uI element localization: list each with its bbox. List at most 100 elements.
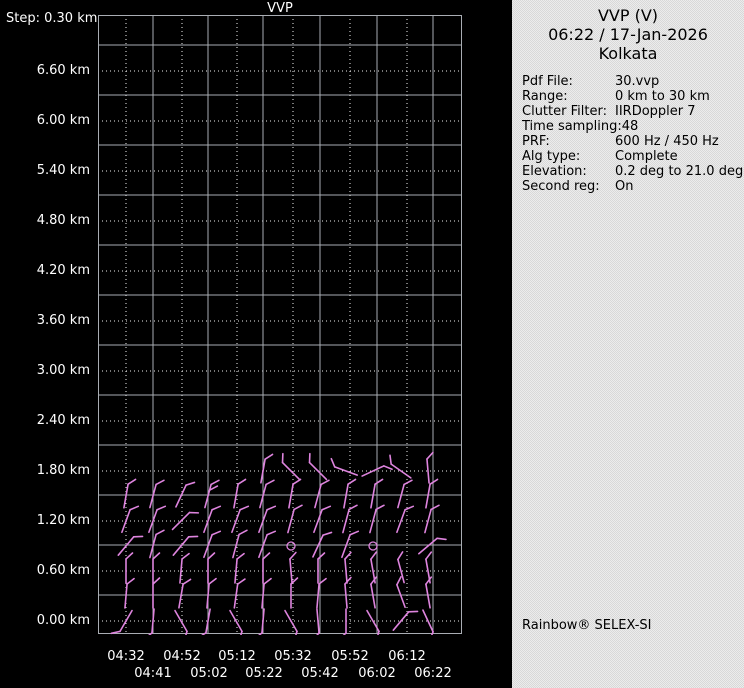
- x-axis-label: 05:12: [218, 649, 256, 664]
- x-axis-label: 06:02: [358, 666, 396, 681]
- vvp-plot: [98, 15, 462, 635]
- field-row: Alg type: Complete: [522, 149, 744, 164]
- wind-barb: [424, 504, 440, 534]
- field-row: Pdf File: 30.vvp: [522, 74, 744, 89]
- vendor-footer: Rainbow® SELEX-SI: [522, 618, 652, 633]
- wind-barb: [397, 479, 413, 509]
- field-row: Clutter Filter: IIRDoppler 7: [522, 104, 744, 119]
- field-value: 30.vvp: [615, 74, 660, 89]
- wind-barb: [179, 552, 190, 584]
- wind-barb: [149, 479, 165, 509]
- wind-barb: [125, 552, 134, 584]
- field-label: Time sampling:: [522, 119, 622, 134]
- wind-barb: [342, 608, 347, 635]
- x-axis-label: 06:22: [414, 666, 452, 681]
- wind-barb: [397, 551, 405, 584]
- field-value: IIRDoppler 7: [615, 104, 696, 119]
- wind-barb: [344, 551, 352, 584]
- x-axis-label: 04:32: [107, 649, 145, 664]
- field-value: On: [615, 179, 634, 194]
- wind-barb: [330, 457, 359, 476]
- site-name: Kolkata: [598, 44, 658, 63]
- wind-barb: [123, 478, 137, 509]
- wind-barb: [312, 608, 320, 635]
- wind-barb: [317, 552, 326, 584]
- calm-wind-symbol: [368, 541, 378, 551]
- wind-barb: [232, 529, 248, 559]
- wind-barb: [281, 452, 301, 481]
- y-axis-label: 1.20 km: [36, 513, 90, 528]
- field-row: Second reg: On: [522, 179, 744, 194]
- field-row: Elevation: 0.2 deg to 21.0 deg: [522, 164, 744, 179]
- field-row: Time sampling: 48: [522, 119, 744, 134]
- field-label: Clutter Filter:: [522, 104, 607, 119]
- y-axis-label: 6.00 km: [36, 113, 90, 128]
- wind-barb: [418, 537, 447, 555]
- step-label: Step: 0.30 km: [6, 11, 98, 26]
- wind-barb: [148, 505, 167, 534]
- wind-barb: [203, 505, 222, 534]
- wind-barb: [233, 578, 246, 609]
- product-title: VVP (V): [597, 6, 659, 25]
- field-row: PRF: 600 Hz / 450 Hz: [522, 134, 744, 149]
- wind-barb: [258, 505, 277, 534]
- y-axis-label: 3.60 km: [36, 313, 90, 328]
- wind-barb: [389, 454, 412, 479]
- y-axis-label: 1.80 km: [36, 463, 90, 478]
- info-panel: VVP (V) 06:22 / 17-Jan-2026 Kolkata Pdf …: [512, 0, 744, 688]
- field-value: 0 km to 30 km: [615, 89, 710, 104]
- wind-barb: [207, 552, 216, 584]
- wind-barb: [152, 577, 161, 609]
- y-axis-label: 6.60 km: [36, 63, 90, 78]
- wind-barb: [231, 505, 250, 534]
- y-axis-label: 0.00 km: [36, 613, 90, 628]
- vvp-chart-region: Step: 0.30 km VVP 6.60 km 6.00 km 5.40 km 4…: [0, 0, 512, 688]
- wind-barb: [314, 479, 330, 509]
- chart-title: VVP: [267, 1, 293, 16]
- wind-barb: [287, 504, 303, 534]
- product-datetime: 06:22 / 17-Jan-2026: [548, 25, 708, 44]
- x-axis-label: 06:12: [388, 649, 426, 664]
- x-axis-label: 05:22: [245, 666, 283, 681]
- wind-barb: [366, 609, 380, 635]
- wind-barb: [204, 479, 220, 509]
- y-axis-label: 0.60 km: [36, 563, 90, 578]
- field-label: PRF:: [522, 134, 550, 149]
- y-axis-label: 3.00 km: [36, 363, 90, 378]
- y-axis-label: 5.40 km: [36, 163, 90, 178]
- wind-barb: [392, 610, 419, 631]
- field-value: 0.2 deg to 21.0 deg: [615, 164, 744, 179]
- field-value: Complete: [615, 149, 678, 164]
- wind-barb: [288, 478, 302, 509]
- wind-barb: [344, 576, 352, 609]
- parameter-list: Pdf File: 30.vvp Range: 0 km to 30 km Clutte…: [522, 74, 744, 194]
- wind-barb: [342, 504, 358, 534]
- panel-header: VVP (V) 06:22 / 17-Jan-2026 Kolkata: [512, 6, 744, 63]
- wind-barb: [308, 452, 328, 481]
- y-axis-label: 4.20 km: [36, 263, 90, 278]
- wind-barb: [259, 479, 275, 509]
- wind-barb: [313, 505, 332, 534]
- wind-barb: [426, 451, 434, 484]
- wind-barb: [172, 535, 199, 556]
- field-value: 48: [621, 119, 639, 134]
- wind-barb: [121, 505, 140, 534]
- field-label: Range:: [522, 89, 568, 104]
- y-axis-label: 2.40 km: [36, 413, 90, 428]
- x-axis-label: 05:52: [331, 649, 369, 664]
- field-label: Elevation:: [522, 164, 587, 179]
- calm-wind-symbol: [286, 541, 296, 551]
- wind-barb: [262, 552, 271, 584]
- x-axis-label: 04:41: [134, 666, 172, 681]
- radar-product-window: Step: 0.30 km VVP 6.60 km 6.00 km 5.40 km 4…: [0, 0, 744, 688]
- wind-barb: [234, 552, 245, 584]
- wind-barb: [174, 609, 188, 635]
- field-label: Second reg:: [522, 179, 600, 194]
- wind-barb: [425, 478, 439, 509]
- wind-barb: [396, 505, 415, 534]
- field-value: 600 Hz / 450 Hz: [615, 134, 719, 149]
- x-axis-label: 05:42: [301, 666, 339, 681]
- x-axis-label: 04:52: [163, 649, 201, 664]
- field-label: Pdf File:: [522, 74, 573, 89]
- field-label: Alg type:: [522, 149, 581, 164]
